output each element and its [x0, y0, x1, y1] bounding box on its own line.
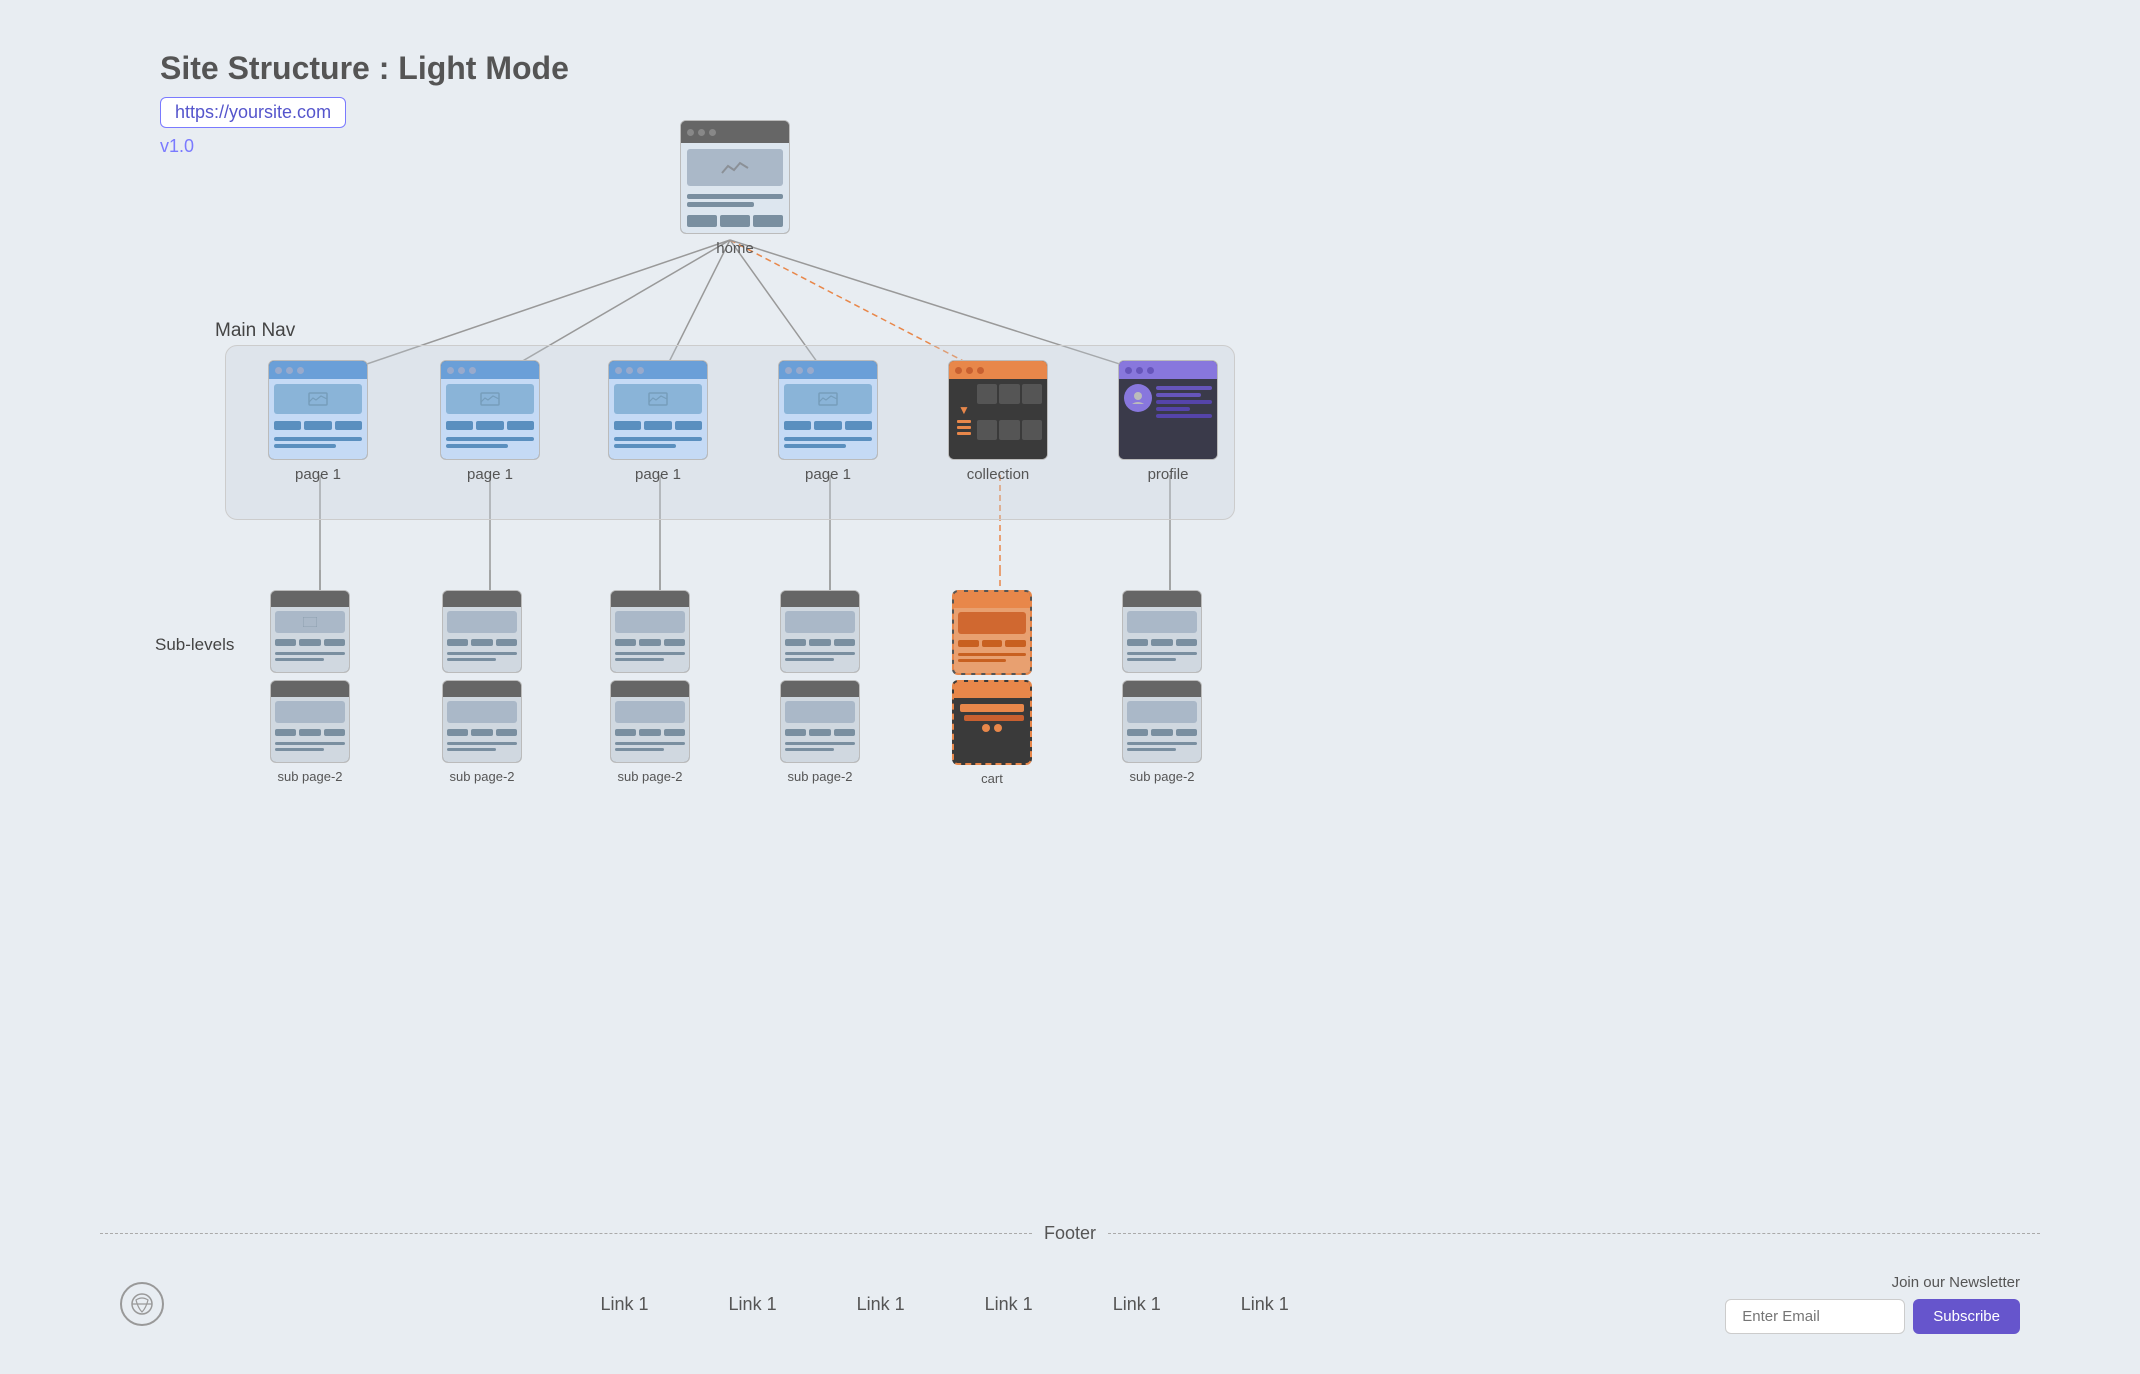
- sub-thumb-1-1: [442, 680, 522, 763]
- nav-label-1: page 1: [467, 466, 513, 483]
- sub-node-5-0: sub page-1: [1122, 590, 1202, 694]
- nav-label-2: page 1: [635, 466, 681, 483]
- nav-label-0: page 1: [295, 466, 341, 483]
- sub-node-2-1: sub page-2: [610, 680, 690, 784]
- footer-link-3[interactable]: Link 1: [985, 1294, 1033, 1315]
- nav-node-2: page 1: [608, 360, 708, 483]
- sub-label-3-1: sub page-2: [787, 769, 852, 784]
- home-node: home: [680, 120, 790, 257]
- footer-links: Link 1 Link 1 Link 1 Link 1 Link 1 Link …: [601, 1294, 1289, 1315]
- nav-label-profile: profile: [1148, 466, 1189, 483]
- nav-label-3: page 1: [805, 466, 851, 483]
- footer-logo: [120, 1282, 164, 1326]
- subscribe-button[interactable]: Subscribe: [1913, 1299, 2020, 1334]
- nav-thumb-0: [268, 360, 368, 460]
- nav-thumb-3: [778, 360, 878, 460]
- main-nav-label: Main Nav: [215, 320, 295, 342]
- home-label: home: [716, 240, 754, 257]
- footer-link-2[interactable]: Link 1: [857, 1294, 905, 1315]
- footer-divider: Footer: [100, 1223, 2040, 1244]
- sub-node-0-0: sub page-1: [270, 590, 350, 694]
- footer-line-left: [100, 1233, 1032, 1234]
- sub-node-3-0: sub page-1: [780, 590, 860, 694]
- nav-node-0: page 1: [268, 360, 368, 483]
- sub-thumb-3-0: [780, 590, 860, 673]
- sub-thumb-2-0: [610, 590, 690, 673]
- footer-link-0[interactable]: Link 1: [601, 1294, 649, 1315]
- nav-node-profile: profile: [1118, 360, 1218, 483]
- footer-link-4[interactable]: Link 1: [1113, 1294, 1161, 1315]
- nav-thumb-1: [440, 360, 540, 460]
- sub-thumb-cart: [952, 680, 1032, 765]
- sub-node-5-1: sub page-2: [1122, 680, 1202, 784]
- connection-lines: [60, 80, 2140, 980]
- nav-node-3: page 1: [778, 360, 878, 483]
- email-input[interactable]: [1725, 1299, 1905, 1334]
- nav-thumb-2: [608, 360, 708, 460]
- sub-node-cart: cart: [952, 680, 1032, 786]
- footer-content: Link 1 Link 1 Link 1 Link 1 Link 1 Link …: [100, 1274, 2040, 1334]
- nav-label-collection: collection: [967, 466, 1030, 483]
- nav-thumb-collection: ▼: [948, 360, 1048, 460]
- sub-thumb-3-1: [780, 680, 860, 763]
- home-thumbnail: [680, 120, 790, 234]
- footer-link-1[interactable]: Link 1: [729, 1294, 777, 1315]
- sub-label-2-1: sub page-2: [617, 769, 682, 784]
- footer-line-right: [1108, 1233, 2040, 1234]
- sub-thumb-1-0: [442, 590, 522, 673]
- nav-node-1: page 1: [440, 360, 540, 483]
- sub-label-1-1: sub page-2: [449, 769, 514, 784]
- nav-thumb-profile: [1118, 360, 1218, 460]
- sub-node-1-1: sub page-2: [442, 680, 522, 784]
- sub-label-0-1: sub page-2: [277, 769, 342, 784]
- sub-node-3-1: sub page-2: [780, 680, 860, 784]
- sub-thumb-5-0: [1122, 590, 1202, 673]
- footer-link-5[interactable]: Link 1: [1241, 1294, 1289, 1315]
- main-nav-box: [225, 345, 1235, 520]
- sub-thumb-2-1: [610, 680, 690, 763]
- sub-thumb-product: [952, 590, 1032, 675]
- sub-node-2-0: sub page-1: [610, 590, 690, 694]
- sub-node-1-0: sub page-1: [442, 590, 522, 694]
- newsletter-label: Join our Newsletter: [1892, 1274, 2020, 1291]
- sub-thumb-5-1: [1122, 680, 1202, 763]
- sub-label-5-1: sub page-2: [1129, 769, 1194, 784]
- sub-thumb-0-0: [270, 590, 350, 673]
- footer-section: Footer Link 1 Link 1 Link 1 Link 1 Link …: [100, 1223, 2040, 1334]
- sub-label-cart: cart: [981, 771, 1003, 786]
- sub-levels-label: Sub-levels: [155, 635, 234, 655]
- nav-node-collection: ▼ collection: [948, 360, 1048, 483]
- newsletter-section: Join our Newsletter Subscribe: [1725, 1274, 2020, 1334]
- sub-node-0-1: sub page-2: [270, 680, 350, 784]
- footer-label: Footer: [1044, 1223, 1096, 1244]
- sub-thumb-0-1: [270, 680, 350, 763]
- newsletter-form: Subscribe: [1725, 1299, 2020, 1334]
